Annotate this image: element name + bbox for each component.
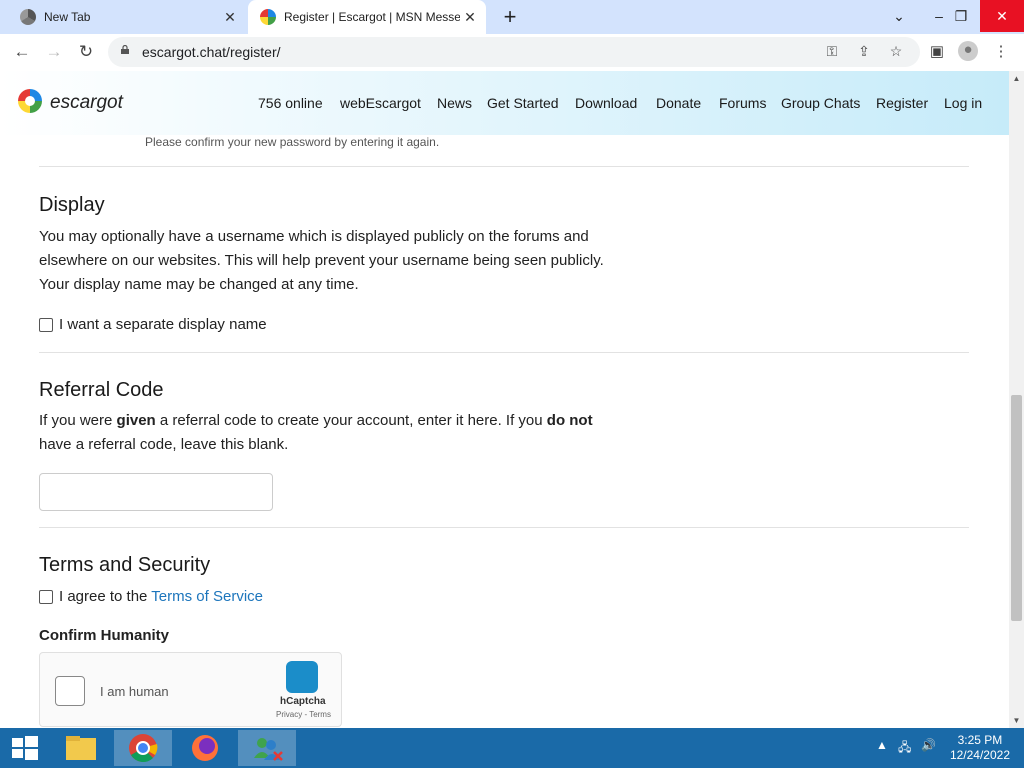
agree-terms-checkbox[interactable] (39, 590, 53, 604)
display-heading: Display (39, 194, 105, 216)
tab-title: New Tab (44, 10, 91, 24)
lock-icon (121, 45, 129, 54)
referral-code-input[interactable] (39, 473, 273, 511)
agree-terms-text: I agree to the (59, 588, 152, 605)
bookmark-star-icon[interactable]: ☆ (886, 43, 906, 61)
tab-search-chevron-icon[interactable]: ⌄ (878, 0, 920, 32)
terms-of-service-link[interactable]: Terms of Service (151, 588, 263, 605)
separate-display-name-checkbox[interactable] (39, 318, 53, 332)
nav-group-chats[interactable]: Group Chats (781, 95, 860, 111)
url-text: escargot.chat/register/ (142, 44, 281, 60)
network-icon[interactable]: 🖧 (898, 738, 911, 759)
tab-new-tab[interactable]: New Tab ✕ (8, 0, 246, 34)
divider (39, 166, 969, 167)
back-icon[interactable]: ← (10, 40, 34, 64)
display-line: elsewhere on our websites. This will hel… (39, 252, 604, 269)
referral-text: If you were (39, 412, 117, 429)
hcaptcha-logo-icon (286, 661, 318, 693)
windows-start-icon[interactable] (0, 728, 50, 768)
restore-icon[interactable]: ❐ (940, 0, 982, 32)
password-confirm-hint: Please confirm your new password by ente… (145, 135, 440, 149)
referral-description: If you were given a referral code to cre… (39, 409, 593, 457)
browser-toolbar: ← → ↻ escargot.chat/register/ ⚿ ⇪ ☆ ▣ ● … (0, 34, 1024, 72)
captcha-checkbox[interactable] (55, 676, 85, 706)
nav-forums[interactable]: Forums (719, 95, 766, 111)
forward-icon[interactable]: → (42, 40, 66, 64)
separate-display-name-label[interactable]: I want a separate display name (59, 316, 267, 333)
tab-title: Register | Escargot | MSN Messenger (284, 10, 460, 24)
system-clock[interactable]: 3:25 PM 12/24/2022 (950, 733, 1010, 763)
display-line: You may optionally have a username which… (39, 228, 589, 245)
scroll-up-arrow-icon[interactable]: ▲ (1009, 71, 1024, 86)
clock-date: 12/24/2022 (949, 748, 1010, 762)
referral-text: a referral code to create your account, … (155, 412, 547, 429)
side-panel-icon[interactable]: ▣ (926, 42, 948, 62)
clock-time: 3:25 PM (957, 733, 1003, 747)
referral-emphasis: given (116, 412, 156, 429)
nav-log-in[interactable]: Log in (944, 95, 982, 111)
close-window-icon[interactable]: ✕ (980, 0, 1024, 32)
nav-register[interactable]: Register (876, 95, 928, 111)
nav-webescargot[interactable]: webEscargot (340, 95, 421, 111)
escargot-logo-icon[interactable] (18, 89, 42, 113)
terms-heading: Terms and Security (39, 554, 211, 576)
divider (39, 527, 969, 528)
referral-text: have a referral code, leave this blank. (39, 436, 289, 453)
confirm-humanity-heading: Confirm Humanity (39, 627, 170, 644)
nav-news[interactable]: News (437, 95, 472, 111)
file-explorer-icon[interactable] (52, 730, 110, 766)
tab-strip: New Tab ✕ Register | Escargot | MSN Mess… (0, 0, 1024, 34)
scrollbar-thumb[interactable] (1011, 395, 1022, 621)
display-description: You may optionally have a username which… (39, 225, 604, 297)
chrome-taskbar-icon[interactable] (114, 730, 172, 766)
close-tab-icon[interactable]: ✕ (220, 9, 240, 26)
register-form: Please confirm your new password by ente… (0, 135, 1009, 728)
display-line: Your display name may be changed at any … (39, 276, 359, 293)
referral-heading: Referral Code (39, 379, 164, 401)
nav-online-count[interactable]: 756 online (258, 95, 323, 111)
hcaptcha-widget: I am human hCaptcha Privacy - Terms (39, 652, 342, 727)
close-tab-icon[interactable]: ✕ (460, 9, 480, 26)
brand-name[interactable]: escargot (50, 92, 123, 114)
hcaptcha-brand: hCaptcha (280, 696, 326, 707)
divider (39, 352, 969, 353)
chrome-icon (20, 9, 36, 25)
menu-dots-icon[interactable]: ⋮ (990, 42, 1012, 62)
site-header: escargot 756 online webEscargot News Get… (0, 71, 1009, 135)
hcaptcha-links[interactable]: Privacy - Terms (276, 710, 331, 719)
tray-chevron-icon[interactable]: ▲ (876, 738, 888, 752)
referral-emphasis: do not (546, 412, 593, 429)
page-scrollbar[interactable]: ▲ ▼ (1009, 71, 1024, 728)
firefox-icon[interactable] (176, 730, 234, 766)
nav-get-started[interactable]: Get Started (487, 95, 559, 111)
profile-avatar-icon[interactable]: ● (958, 41, 978, 61)
reload-icon[interactable]: ↻ (74, 40, 98, 64)
msn-messenger-icon[interactable] (238, 730, 296, 766)
escargot-favicon-icon (260, 9, 276, 25)
new-tab-plus-icon[interactable]: + (498, 4, 522, 30)
nav-donate[interactable]: Donate (656, 95, 701, 111)
agree-terms-label[interactable]: I agree to the Terms of Service (59, 588, 263, 605)
scroll-down-arrow-icon[interactable]: ▼ (1009, 713, 1024, 728)
nav-download[interactable]: Download (575, 95, 637, 111)
captcha-label: I am human (100, 684, 169, 699)
taskbar: ▲ 🖧 🔊 3:25 PM 12/24/2022 (0, 728, 1024, 768)
volume-icon[interactable]: 🔊 (921, 738, 936, 752)
address-bar[interactable]: escargot.chat/register/ ⚿ ⇪ ☆ (108, 37, 920, 67)
share-icon[interactable]: ⇪ (854, 43, 874, 61)
key-icon[interactable]: ⚿ (822, 43, 842, 61)
tab-register[interactable]: Register | Escargot | MSN Messenger ✕ (248, 0, 486, 34)
